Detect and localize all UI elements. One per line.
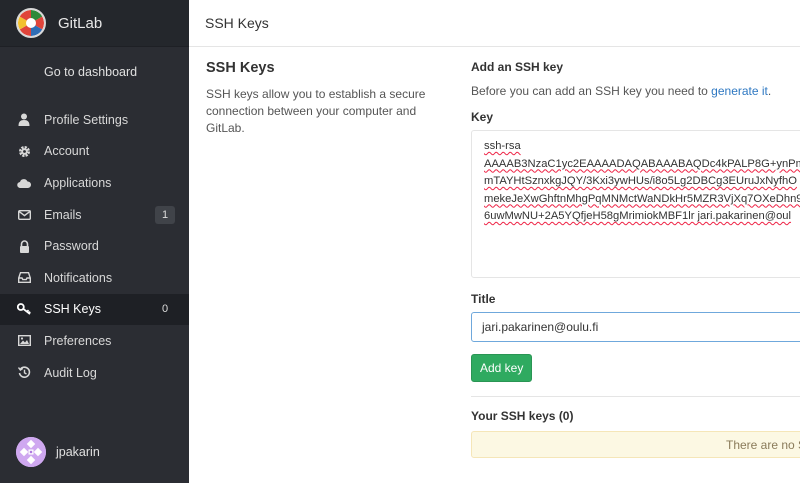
add-ssh-key-form: Add an SSH key Before you can add an SSH… <box>471 60 800 458</box>
key-icon <box>17 302 31 316</box>
sidebar-item-label: Profile Settings <box>44 112 129 127</box>
page-header: SSH Keys <box>189 0 800 47</box>
sidebar: GitLab Go to dashboard Profile Settings … <box>0 0 189 483</box>
user-menu[interactable]: jpakarin <box>16 437 100 467</box>
gear-icon <box>17 144 31 158</box>
brand-header[interactable]: GitLab <box>0 0 189 47</box>
key-line: mekeJeXwGhftnMhgPqMNMctWaNDkHr5MZR3VjXq7… <box>484 192 800 205</box>
sidebar-item-preferences[interactable]: Preferences <box>0 325 189 357</box>
app-title: GitLab <box>58 14 103 32</box>
key-label: Key <box>471 110 494 124</box>
key-textarea[interactable]: ssh-rsa AAAAB3NzaC1yc2EAAAADAQABAAABAQDc… <box>471 130 800 278</box>
sidebar-item-notifications[interactable]: Notifications <box>0 262 189 294</box>
key-line: ssh-rsa <box>484 138 798 156</box>
envelope-icon <box>17 208 31 222</box>
sidebar-item-ssh-keys[interactable]: SSH Keys 0 <box>0 293 189 326</box>
sidebar-nav: Profile Settings Account Applications Em… <box>0 104 189 388</box>
key-line: AAAAB3NzaC1yc2EAAAADAQABAAABAQDc4kPALP8G… <box>484 157 800 170</box>
sidebar-item-audit-log[interactable]: Audit Log <box>0 357 189 389</box>
form-description-suffix: . <box>767 84 772 98</box>
gitlab-logo-icon <box>16 8 46 38</box>
form-description-text: Before you can add an SSH key you need t… <box>471 84 712 98</box>
form-heading: Add an SSH key <box>471 60 564 74</box>
section-description: SSH keys allow you to establish a secure… <box>206 87 426 135</box>
intro-section: SSH Keys SSH keys allow you to establish… <box>206 60 436 137</box>
image-icon <box>17 334 31 348</box>
sidebar-item-profile-settings[interactable]: Profile Settings <box>0 104 189 136</box>
user-icon <box>17 113 31 127</box>
sidebar-item-emails[interactable]: Emails 1 <box>0 199 189 231</box>
sidebar-item-label: Preferences <box>44 333 112 348</box>
title-label: Title <box>471 292 496 306</box>
form-description: Before you can add an SSH key you need t… <box>471 84 800 98</box>
key-line: 6uwMwNU+2A5YQfjeH58gMrimiokMBF1lr jari.p… <box>484 210 792 222</box>
sidebar-item-password[interactable]: Password <box>0 230 189 262</box>
history-icon <box>17 366 31 380</box>
sidebar-item-label: Notifications <box>44 270 113 285</box>
username: jpakarin <box>56 445 100 459</box>
sidebar-item-label: Applications <box>44 175 112 190</box>
your-ssh-keys-heading: Your SSH keys (0) <box>471 409 574 423</box>
page-title: SSH Keys <box>205 15 269 31</box>
sidebar-item-label: SSH Keys <box>44 302 101 317</box>
ssh-keys-count-badge: 0 <box>161 303 169 316</box>
add-key-button[interactable]: Add key <box>471 354 533 382</box>
sidebar-item-label: Password <box>44 239 99 254</box>
empty-keys-message: There are no SSH keys <box>471 431 800 458</box>
key-line: mTAYHtSznxkgJQY/3Kxi3ywHUs/i8o5Lg2DBCg3E… <box>484 175 797 187</box>
generate-it-link[interactable]: generate it <box>711 84 768 98</box>
sidebar-item-applications[interactable]: Applications <box>0 167 189 199</box>
section-title: SSH Keys <box>206 60 275 76</box>
sidebar-item-label: Account <box>44 144 90 159</box>
lock-icon <box>17 239 31 253</box>
title-input[interactable]: jari.pakarinen@oulu.fi <box>471 312 800 342</box>
key-line-text: ssh-rsa <box>484 140 521 152</box>
divider <box>471 396 800 397</box>
sidebar-item-account[interactable]: Account <box>0 136 189 168</box>
cloud-icon <box>17 176 31 190</box>
go-to-dashboard-link[interactable]: Go to dashboard <box>0 47 189 97</box>
sidebar-item-label: Emails <box>44 207 82 222</box>
sidebar-item-label: Audit Log <box>44 365 97 380</box>
avatar <box>16 437 46 467</box>
inbox-icon <box>17 271 31 285</box>
emails-count-badge: 1 <box>155 205 175 224</box>
